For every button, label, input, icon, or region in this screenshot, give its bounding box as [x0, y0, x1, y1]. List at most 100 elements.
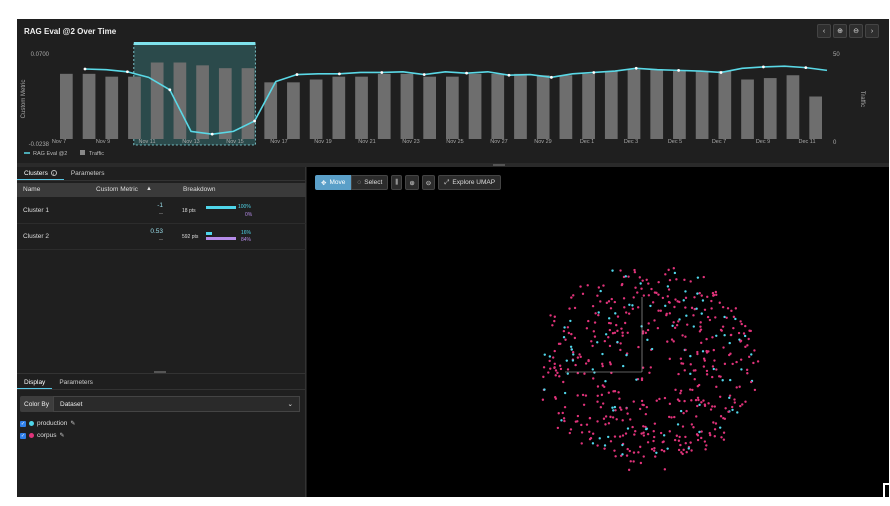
corpus-point[interactable]: [558, 364, 562, 367]
corpus-point[interactable]: [616, 315, 620, 318]
corpus-point[interactable]: [675, 278, 678, 281]
production-point[interactable]: [548, 355, 552, 358]
production-point[interactable]: [679, 409, 683, 413]
timeseries-chart[interactable]: 0.0700 -0.0238 50 0 Custom Metric Traffic Nov …: [17, 39, 889, 163]
production-point[interactable]: [625, 353, 628, 357]
corpus-point[interactable]: [735, 386, 738, 389]
corpus-point[interactable]: [706, 295, 709, 299]
corpus-point[interactable]: [579, 355, 582, 359]
corpus-point[interactable]: [613, 331, 617, 334]
corpus-point[interactable]: [648, 371, 651, 374]
corpus-point[interactable]: [632, 460, 635, 463]
corpus-point[interactable]: [714, 422, 718, 425]
production-point[interactable]: [560, 419, 563, 422]
prev-range-button[interactable]: ‹: [817, 24, 831, 38]
corpus-point[interactable]: [673, 438, 677, 442]
corpus-point[interactable]: [633, 268, 636, 272]
edit-icon[interactable]: ✎: [70, 420, 75, 427]
corpus-point[interactable]: [620, 327, 623, 330]
production-point[interactable]: [723, 315, 726, 319]
corpus-point[interactable]: [739, 358, 743, 361]
production-point[interactable]: [599, 289, 602, 293]
corpus-point[interactable]: [667, 415, 671, 419]
production-point[interactable]: [666, 285, 670, 288]
corpus-point[interactable]: [657, 293, 660, 296]
production-point[interactable]: [685, 314, 688, 317]
corpus-point[interactable]: [666, 340, 669, 343]
corpus-point[interactable]: [689, 441, 692, 444]
production-point[interactable]: [731, 408, 734, 412]
production-point[interactable]: [728, 396, 731, 400]
production-point[interactable]: [621, 443, 624, 447]
production-point[interactable]: [673, 271, 677, 275]
corpus-point[interactable]: [607, 422, 611, 425]
production-point[interactable]: [736, 411, 739, 414]
corpus-point[interactable]: [718, 395, 722, 398]
production-point[interactable]: [596, 341, 599, 344]
corpus-point[interactable]: [667, 268, 670, 272]
corpus-point[interactable]: [705, 369, 709, 373]
corpus-point[interactable]: [594, 312, 597, 315]
corpus-point[interactable]: [646, 441, 650, 444]
corpus-point[interactable]: [702, 399, 705, 402]
tab-parameters[interactable]: Parameters: [64, 167, 112, 180]
production-point[interactable]: [591, 368, 594, 371]
corpus-point[interactable]: [684, 306, 687, 309]
table-row[interactable]: Cluster 2 0.53 -- 592 pts 16% 84%: [17, 224, 306, 250]
production-point[interactable]: [649, 304, 652, 308]
production-point[interactable]: [723, 334, 726, 337]
umap-panel[interactable]: ✥ Move ◌ Select ⫼ ⊕ ⊖ ⤢ Explore UMAP: [307, 167, 889, 497]
corpus-point[interactable]: [645, 405, 649, 409]
corpus-point[interactable]: [542, 366, 546, 369]
production-point[interactable]: [698, 403, 701, 407]
corpus-point[interactable]: [541, 398, 545, 401]
corpus-point[interactable]: [602, 284, 605, 287]
corpus-point[interactable]: [696, 434, 700, 437]
production-point[interactable]: [613, 405, 617, 409]
corpus-point[interactable]: [678, 399, 681, 403]
tab-display[interactable]: Display: [17, 376, 53, 389]
production-point[interactable]: [700, 312, 703, 315]
resize-grip[interactable]: [493, 164, 505, 166]
corpus-point[interactable]: [668, 357, 671, 361]
corpus-point[interactable]: [556, 426, 560, 430]
corpus-point[interactable]: [585, 423, 589, 426]
corpus-point[interactable]: [655, 399, 658, 402]
corpus-point[interactable]: [572, 294, 575, 297]
corpus-point[interactable]: [556, 371, 559, 375]
corpus-point[interactable]: [700, 341, 703, 345]
production-point[interactable]: [646, 338, 649, 342]
corpus-point[interactable]: [621, 331, 624, 334]
corpus-point[interactable]: [619, 269, 622, 272]
sort-asc-icon[interactable]: ▲: [146, 186, 152, 192]
corpus-point[interactable]: [684, 442, 687, 445]
corpus-point[interactable]: [692, 369, 696, 372]
production-point[interactable]: [621, 453, 624, 456]
corpus-point[interactable]: [722, 416, 725, 420]
corpus-point[interactable]: [641, 279, 644, 282]
corpus-point[interactable]: [632, 400, 635, 403]
production-point[interactable]: [743, 334, 747, 338]
corpus-point[interactable]: [642, 294, 646, 297]
corpus-point[interactable]: [627, 275, 630, 278]
corpus-point[interactable]: [711, 291, 715, 295]
production-point[interactable]: [664, 304, 667, 308]
corpus-point[interactable]: [666, 295, 669, 298]
tab-clusters[interactable]: Clusters i: [17, 167, 64, 180]
corpus-point[interactable]: [738, 385, 741, 388]
corpus-point[interactable]: [685, 451, 688, 454]
corpus-point[interactable]: [652, 449, 656, 452]
corpus-point[interactable]: [713, 435, 716, 438]
corpus-point[interactable]: [629, 460, 632, 463]
production-point[interactable]: [715, 334, 718, 337]
corpus-point[interactable]: [601, 362, 604, 366]
corpus-point[interactable]: [611, 416, 615, 419]
corpus-point[interactable]: [724, 407, 727, 410]
umap-scatter[interactable]: [307, 167, 889, 497]
corpus-point[interactable]: [702, 357, 706, 360]
corpus-point[interactable]: [684, 296, 688, 300]
corpus-point[interactable]: [654, 455, 657, 458]
production-point[interactable]: [569, 345, 573, 348]
production-point[interactable]: [565, 359, 568, 362]
corpus-point[interactable]: [667, 288, 671, 291]
